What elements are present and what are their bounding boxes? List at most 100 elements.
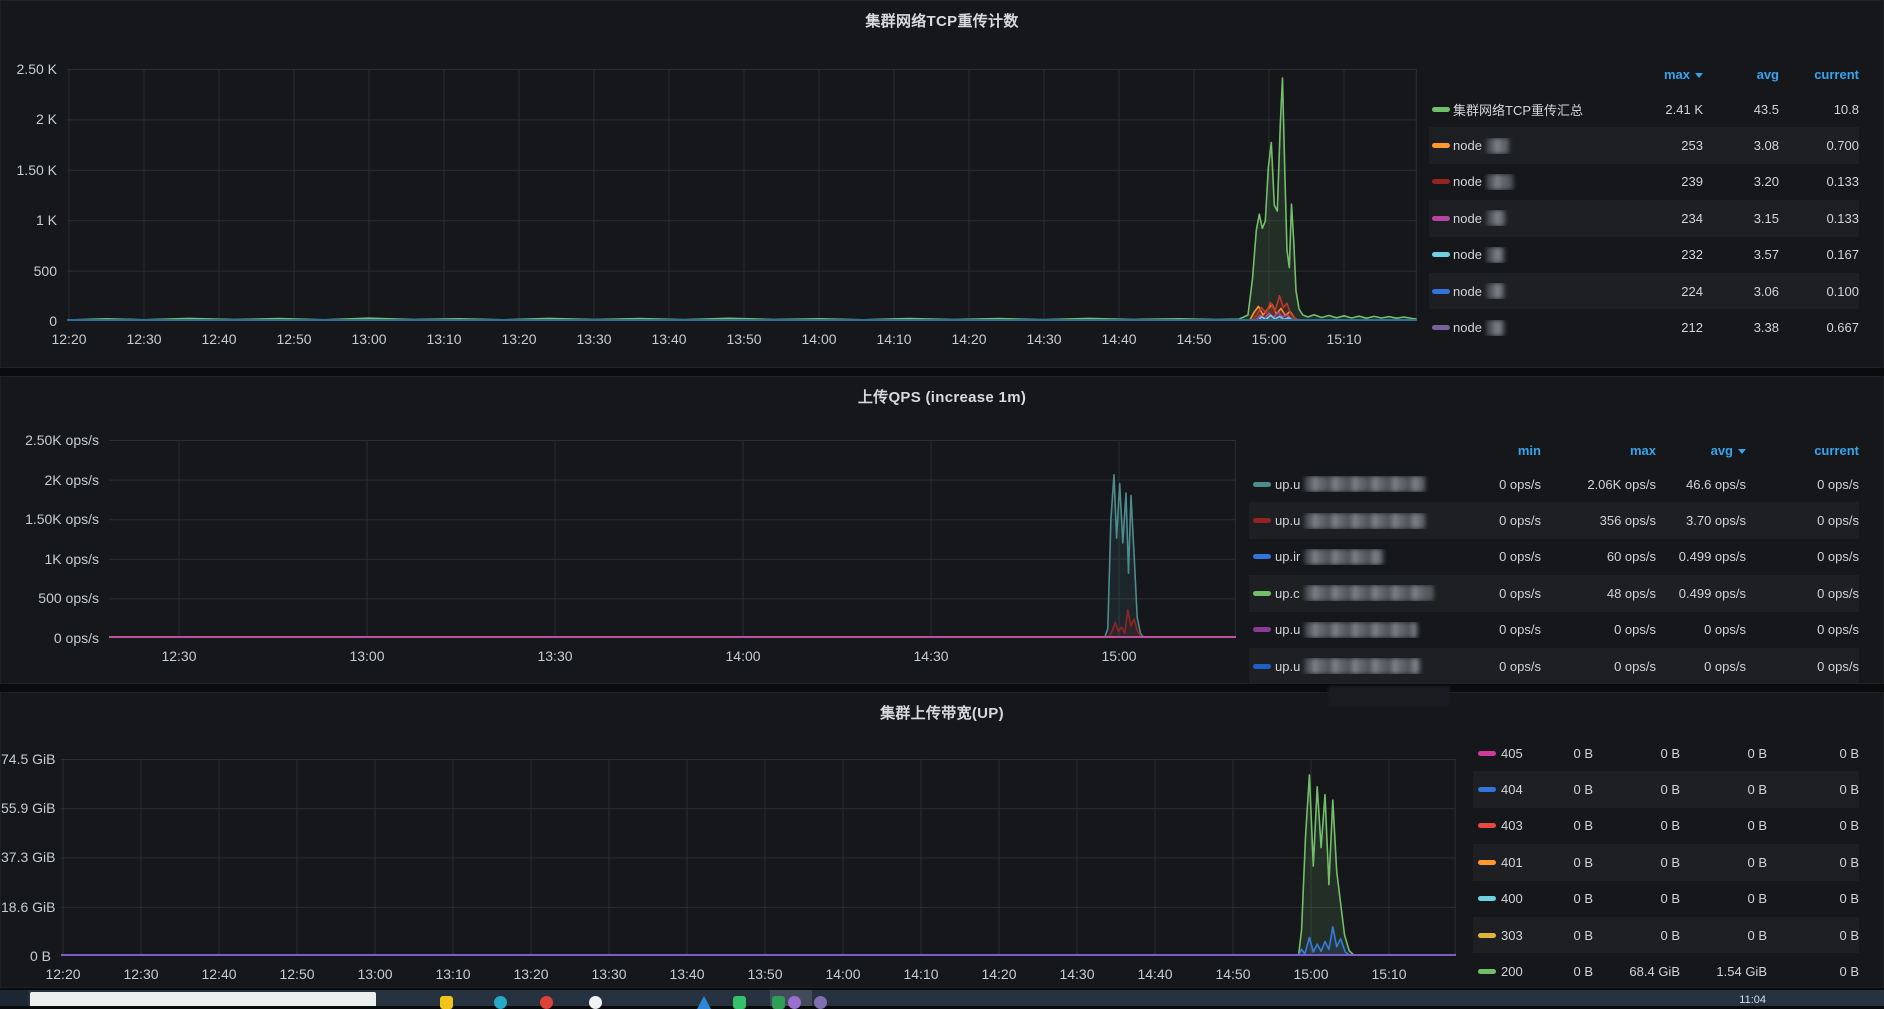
legend-value: 0 B <box>1839 927 1859 943</box>
legend-column-header-max[interactable]: max <box>1613 67 1703 82</box>
legend-value: 2.41 K <box>1665 101 1703 117</box>
timeseries-chart[interactable] <box>67 69 1417 321</box>
series-name[interactable]: 集群网络TCP重传汇总 <box>1453 100 1613 119</box>
legend-value: 1.54 GiB <box>1716 964 1767 980</box>
legend-value: 0 ops/s <box>1614 622 1656 638</box>
legend-row[interactable]: 200 0 B 68.4 GiB 1.54 GiB 0 B <box>1473 953 1859 981</box>
legend-row[interactable]: node 234 3.15 0.133 <box>1429 200 1859 236</box>
series-name[interactable]: node <box>1453 283 1613 300</box>
redacted-name-blur <box>1486 246 1504 263</box>
legend-row[interactable]: 集群网络TCP重传汇总 2.41 K 43.5 10.8 <box>1429 91 1859 127</box>
legend-column-header-avg[interactable]: avg <box>1703 67 1779 82</box>
x-axis-tick: 13:00 <box>351 331 387 347</box>
series-name[interactable]: 404 <box>1501 782 1545 797</box>
legend-row[interactable]: 401 0 B 0 B 0 B 0 B <box>1473 844 1859 880</box>
legend-row[interactable]: node 239 3.20 0.133 <box>1429 164 1859 200</box>
legend-row[interactable]: up.u 0 ops/s 0 ops/s 0 ops/s 0 ops/s <box>1249 612 1859 648</box>
series-name[interactable]: node <box>1453 173 1613 190</box>
legend-table: 405 0 B 0 B 0 B 0 B 404 0 B 0 B 0 B 0 B 403 0 B 0 B 0… <box>1473 745 1859 981</box>
series-name[interactable]: 405 <box>1501 746 1545 761</box>
y-axis-tick: 37.3 GiB <box>1 849 56 866</box>
legend-row[interactable]: up.u 0 ops/s 2.06K ops/s 46.6 ops/s 0 ops/s <box>1249 466 1859 502</box>
x-axis-tick: 14:30 <box>1026 331 1062 347</box>
timeseries-chart[interactable] <box>61 759 1456 956</box>
x-axis-tick: 13:40 <box>669 966 705 982</box>
legend-row[interactable]: up.ir 0 ops/s 60 ops/s 0.499 ops/s 0 ops/s <box>1249 539 1859 575</box>
legend-row[interactable]: 303 0 B 0 B 0 B 0 B <box>1473 917 1859 953</box>
legend-value: 0 B <box>1839 854 1859 870</box>
legend-value: 3.06 <box>1753 283 1779 299</box>
legend-value: 0 ops/s <box>1499 549 1541 565</box>
legend-column-header-min[interactable]: min <box>1441 443 1541 458</box>
timeseries-chart[interactable] <box>109 440 1236 638</box>
series-name[interactable]: up.u <box>1275 658 1441 675</box>
series-name[interactable]: node <box>1453 137 1613 154</box>
green-app-icon[interactable] <box>733 996 746 1009</box>
y-axis-tick: 18.6 GiB <box>1 898 56 915</box>
series-color-swatch-icon <box>1253 627 1271 633</box>
legend-column-header-max[interactable]: max <box>1541 443 1656 458</box>
legend-value: 0 ops/s <box>1817 622 1859 638</box>
green-app-icon-2[interactable] <box>772 996 785 1009</box>
series-name[interactable]: node <box>1453 319 1613 336</box>
series-name[interactable]: node <box>1453 210 1613 227</box>
series-name[interactable]: 200 <box>1501 964 1545 979</box>
legend-row[interactable]: up.u 0 ops/s 0 ops/s 0 ops/s 0 ops/s <box>1249 648 1859 683</box>
purple-app-icon[interactable] <box>788 996 801 1009</box>
series-name[interactable]: up.ir <box>1275 548 1441 565</box>
legend-row[interactable]: 405 0 B 0 B 0 B 0 B <box>1473 745 1859 771</box>
series-name[interactable]: up.c <box>1275 585 1441 602</box>
series-name[interactable]: up.u <box>1275 476 1441 493</box>
redacted-name-blur <box>1305 658 1421 675</box>
series-name[interactable]: 400 <box>1501 891 1545 906</box>
x-axis-tick: 13:20 <box>513 966 549 982</box>
legend-column-header-current[interactable]: current <box>1779 67 1859 82</box>
x-axis-tick: 14:40 <box>1137 966 1173 982</box>
legend-row[interactable]: node 253 3.08 0.700 <box>1429 127 1859 163</box>
series-color-swatch-icon <box>1478 823 1496 829</box>
legend-row[interactable]: 403 0 B 0 B 0 B 0 B <box>1473 808 1859 844</box>
panel-title[interactable]: 上传QPS (increase 1m) <box>1 386 1883 407</box>
legend-row[interactable]: 400 0 B 0 B 0 B 0 B <box>1473 881 1859 917</box>
legend-value: 239 <box>1681 174 1703 190</box>
series-color-swatch-icon <box>1253 663 1271 669</box>
legend-value: 3.20 <box>1753 174 1779 190</box>
taskbar-window-button[interactable] <box>30 992 376 1006</box>
purple-app-icon-2[interactable] <box>814 996 827 1009</box>
teal-app-icon[interactable] <box>494 996 507 1009</box>
legend-column-header-avg[interactable]: avg <box>1656 443 1746 458</box>
legend-row[interactable]: up.c 0 ops/s 48 ops/s 0.499 ops/s 0 ops/s <box>1249 575 1859 611</box>
red-app-icon[interactable] <box>540 996 553 1009</box>
x-axis-tick: 13:40 <box>651 331 687 347</box>
white-app-icon[interactable] <box>589 996 602 1009</box>
series-name[interactable]: 401 <box>1501 855 1545 870</box>
legend-row[interactable]: up.u 0 ops/s 356 ops/s 3.70 ops/s 0 ops/s <box>1249 502 1859 538</box>
panel-title[interactable]: 集群上传带宽(UP) <box>1 702 1883 723</box>
legend-row[interactable]: node 212 3.38 0.667 <box>1429 309 1859 345</box>
series-color-swatch-icon <box>1253 481 1271 487</box>
series-name[interactable]: 303 <box>1501 928 1545 943</box>
series-name[interactable]: 403 <box>1501 818 1545 833</box>
legend-column-header-current[interactable]: current <box>1746 443 1859 458</box>
series-name[interactable]: node <box>1453 246 1613 263</box>
legend-row[interactable]: node 224 3.06 0.100 <box>1429 273 1859 309</box>
x-axis-tick: 12:20 <box>51 331 87 347</box>
yellow-app-icon[interactable] <box>440 996 453 1009</box>
series-color-swatch-icon <box>1432 252 1450 258</box>
legend-value: 0 B <box>1747 745 1767 761</box>
panel-title[interactable]: 集群网络TCP重传计数 <box>1 10 1883 31</box>
legend-value: 0 B <box>1839 891 1859 907</box>
sort-caret-icon <box>1695 72 1703 78</box>
legend-row[interactable]: 404 0 B 0 B 0 B 0 B <box>1473 771 1859 807</box>
legend-value: 234 <box>1681 210 1703 226</box>
x-axis-tick: 13:30 <box>537 648 573 664</box>
legend-value: 46.6 ops/s <box>1686 476 1746 492</box>
taskbar-clock[interactable]: 11:04 <box>1739 994 1766 1006</box>
series-name[interactable]: up.u <box>1275 512 1441 529</box>
series-name[interactable]: up.u <box>1275 621 1441 638</box>
blue-app-icon[interactable] <box>697 996 711 1009</box>
legend-value: 0 B <box>1839 964 1859 980</box>
legend-row[interactable]: node 232 3.57 0.167 <box>1429 237 1859 273</box>
legend-value: 0 ops/s <box>1499 476 1541 492</box>
y-axis-tick: 0 ops/s <box>53 630 99 646</box>
